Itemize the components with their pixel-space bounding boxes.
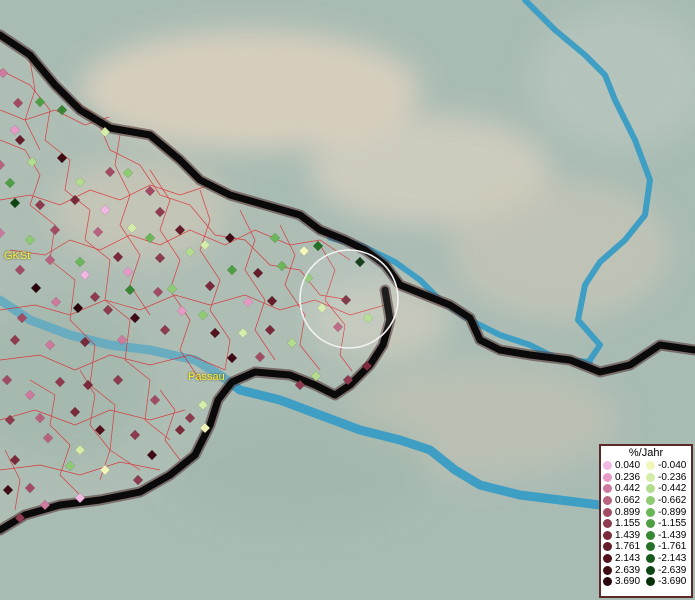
legend-value: 0.899	[615, 506, 641, 518]
legend: %/Jahr 0.040 0.236 0.442 0.662 0.899 1.155 1.4…	[599, 444, 693, 598]
legend-row: -0.662	[646, 495, 689, 507]
legend-row: 2.143	[603, 553, 646, 565]
legend-swatch	[603, 542, 612, 552]
legend-swatch	[646, 554, 655, 564]
legend-swatch	[646, 530, 655, 540]
legend-swatch	[646, 565, 655, 575]
legend-swatch	[603, 484, 612, 494]
legend-title: %/Jahr	[628, 447, 664, 459]
legend-swatch	[646, 472, 655, 482]
legend-value: 1.761	[615, 541, 641, 553]
place-label-gkst: GKSt	[4, 250, 31, 262]
map-canvas[interactable]	[0, 0, 695, 600]
legend-row: 1.439	[603, 530, 646, 542]
legend-value: 0.662	[615, 495, 641, 507]
legend-row: 3.690	[603, 576, 646, 588]
legend-swatch	[646, 461, 655, 471]
legend-value: -0.442	[658, 483, 687, 495]
legend-value: 1.155	[615, 518, 641, 530]
legend-swatch	[603, 472, 612, 482]
legend-row: 0.662	[603, 495, 646, 507]
legend-row: 0.899	[603, 506, 646, 518]
legend-value: -0.899	[658, 506, 687, 518]
legend-swatch	[646, 577, 655, 587]
legend-value: -1.155	[658, 518, 687, 530]
legend-row: -1.439	[646, 530, 689, 542]
legend-row: -1.761	[646, 541, 689, 553]
legend-row: -3.690	[646, 576, 689, 588]
legend-swatch	[603, 507, 612, 517]
legend-row: -0.236	[646, 472, 689, 484]
legend-swatch	[646, 542, 655, 552]
legend-row: -0.442	[646, 483, 689, 495]
legend-row: -2.143	[646, 553, 689, 565]
legend-value: -1.439	[658, 529, 687, 541]
legend-value: 2.639	[615, 564, 641, 576]
legend-swatch	[603, 530, 612, 540]
legend-row: -1.155	[646, 518, 689, 530]
legend-row: 1.761	[603, 541, 646, 553]
legend-value: 0.236	[615, 471, 641, 483]
legend-row: 0.040	[603, 460, 646, 472]
legend-swatch	[603, 519, 612, 529]
legend-swatch	[646, 519, 655, 529]
legend-swatch	[603, 554, 612, 564]
legend-swatch	[603, 461, 612, 471]
legend-value: -2.639	[658, 564, 687, 576]
legend-row: -2.639	[646, 564, 689, 576]
legend-value: -0.662	[658, 495, 687, 507]
legend-value: -2.143	[658, 553, 687, 565]
legend-value: -0.236	[658, 471, 687, 483]
legend-value: 0.040	[615, 460, 641, 472]
legend-row: 1.155	[603, 518, 646, 530]
legend-positive-column: 0.040 0.236 0.442 0.662 0.899 1.155 1.439 1.761…	[603, 460, 646, 588]
legend-swatch	[603, 565, 612, 575]
legend-swatch	[646, 507, 655, 517]
legend-row: 2.639	[603, 564, 646, 576]
legend-value: -0.040	[658, 460, 687, 472]
legend-value: 3.690	[615, 576, 641, 588]
legend-swatch	[646, 496, 655, 506]
legend-swatch	[603, 496, 612, 506]
legend-swatch	[603, 577, 612, 587]
legend-swatch	[646, 484, 655, 494]
selection-circle[interactable]	[299, 249, 399, 349]
legend-value: -1.761	[658, 541, 687, 553]
place-label-passau: Passau	[188, 371, 225, 383]
legend-row: 0.236	[603, 472, 646, 484]
legend-row: -0.040	[646, 460, 689, 472]
legend-row: 0.442	[603, 483, 646, 495]
legend-row: -0.899	[646, 506, 689, 518]
legend-value: 2.143	[615, 553, 641, 565]
legend-value: 1.439	[615, 529, 641, 541]
legend-value: 0.442	[615, 483, 641, 495]
legend-negative-column: -0.040 -0.236 -0.442 -0.662 -0.899 -1.155 -1.4…	[646, 460, 689, 588]
legend-value: -3.690	[658, 576, 687, 588]
